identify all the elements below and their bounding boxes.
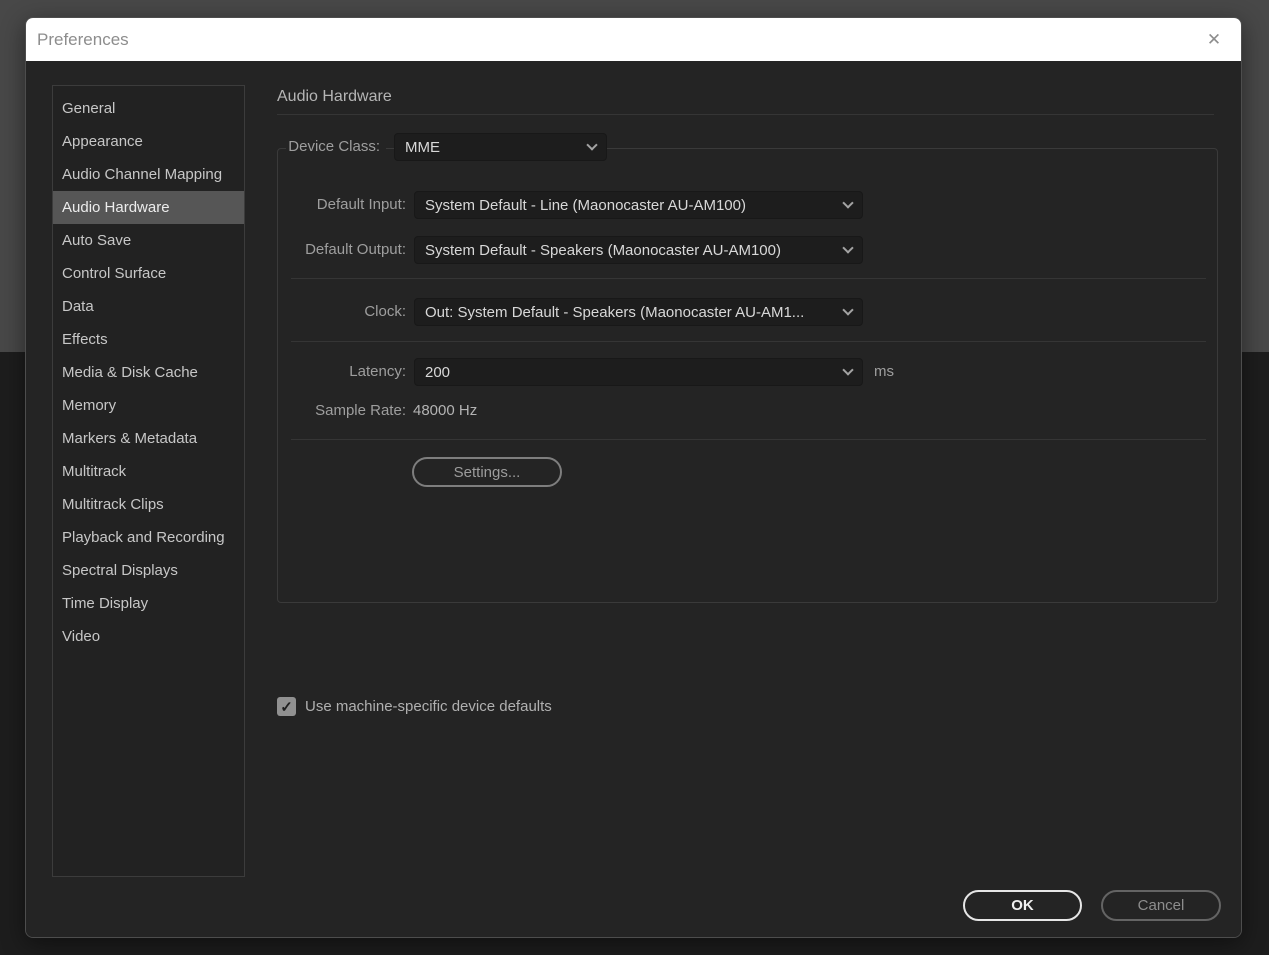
- sidebar-item-media-disk-cache[interactable]: Media & Disk Cache: [53, 356, 244, 389]
- header-divider: [277, 114, 1214, 115]
- device-class-label: Device Class:: [280, 133, 386, 161]
- sidebar-item-multitrack[interactable]: Multitrack: [53, 455, 244, 488]
- default-output-dropdown[interactable]: System Default - Speakers (Maonocaster A…: [414, 236, 863, 264]
- chevron-down-icon: [842, 242, 854, 254]
- sidebar-item-audio-hardware[interactable]: Audio Hardware: [53, 191, 244, 224]
- sidebar-item-audio-channel-mapping[interactable]: Audio Channel Mapping: [53, 158, 244, 191]
- titlebar: Preferences ✕: [26, 18, 1241, 61]
- machine-defaults-checkbox[interactable]: ✓: [277, 697, 296, 716]
- machine-defaults-label: Use machine-specific device defaults: [305, 698, 552, 715]
- divider: [291, 439, 1206, 440]
- device-class-value: MME: [405, 138, 440, 156]
- ok-button[interactable]: OK: [963, 890, 1082, 921]
- clock-dropdown[interactable]: Out: System Default - Speakers (Maonocas…: [414, 298, 863, 326]
- sidebar-item-multitrack-clips[interactable]: Multitrack Clips: [53, 488, 244, 521]
- screen: Preferences ✕ General Appearance Audio C…: [0, 0, 1269, 955]
- latency-unit: ms: [874, 363, 894, 380]
- page-title: Audio Hardware: [277, 88, 392, 105]
- sidebar-item-auto-save[interactable]: Auto Save: [53, 224, 244, 257]
- cancel-button[interactable]: Cancel: [1101, 890, 1221, 921]
- sidebar-item-markers-metadata[interactable]: Markers & Metadata: [53, 422, 244, 455]
- preferences-dialog: Preferences ✕ General Appearance Audio C…: [25, 17, 1242, 938]
- default-input-dropdown[interactable]: System Default - Line (Maonocaster AU-AM…: [414, 191, 863, 219]
- latency-value: 200: [425, 363, 451, 381]
- default-input-label: Default Input:: [316, 196, 406, 213]
- divider: [291, 278, 1206, 279]
- sidebar-item-time-display[interactable]: Time Display: [53, 587, 244, 620]
- latency-dropdown[interactable]: 200: [414, 358, 863, 386]
- latency-label: Latency:: [349, 363, 406, 380]
- sidebar-item-video[interactable]: Video: [53, 620, 244, 653]
- machine-defaults-row: ✓ Use machine-specific device defaults: [277, 697, 552, 716]
- default-input-value: System Default - Line (Maonocaster AU-AM…: [425, 196, 746, 214]
- chevron-down-icon: [842, 364, 854, 376]
- settings-button[interactable]: Settings...: [412, 457, 562, 487]
- sidebar-item-effects[interactable]: Effects: [53, 323, 244, 356]
- dialog-title: Preferences: [37, 29, 129, 49]
- sidebar-item-appearance[interactable]: Appearance: [53, 125, 244, 158]
- clock-value: Out: System Default - Speakers (Maonocas…: [425, 303, 805, 321]
- chevron-down-icon: [842, 197, 854, 209]
- sidebar-item-memory[interactable]: Memory: [53, 389, 244, 422]
- sample-rate-value: 48000 Hz: [413, 402, 478, 419]
- chevron-down-icon: [842, 304, 854, 316]
- close-icon[interactable]: ✕: [1193, 18, 1235, 61]
- sidebar-item-spectral-displays[interactable]: Spectral Displays: [53, 554, 244, 587]
- dialog-body: General Appearance Audio Channel Mapping…: [26, 61, 1241, 937]
- chevron-down-icon: [586, 139, 598, 151]
- device-class-dropdown[interactable]: MME: [394, 133, 607, 161]
- sidebar-item-playback-recording[interactable]: Playback and Recording: [53, 521, 244, 554]
- sidebar-item-general[interactable]: General: [53, 92, 244, 125]
- sidebar-item-control-surface[interactable]: Control Surface: [53, 257, 244, 290]
- clock-label: Clock:: [364, 303, 406, 320]
- divider: [291, 341, 1206, 342]
- sample-rate-label: Sample Rate:: [315, 402, 406, 419]
- sidebar-item-data[interactable]: Data: [53, 290, 244, 323]
- preferences-category-list: General Appearance Audio Channel Mapping…: [52, 85, 245, 877]
- default-output-label: Default Output:: [305, 241, 406, 258]
- default-output-value: System Default - Speakers (Maonocaster A…: [425, 241, 781, 259]
